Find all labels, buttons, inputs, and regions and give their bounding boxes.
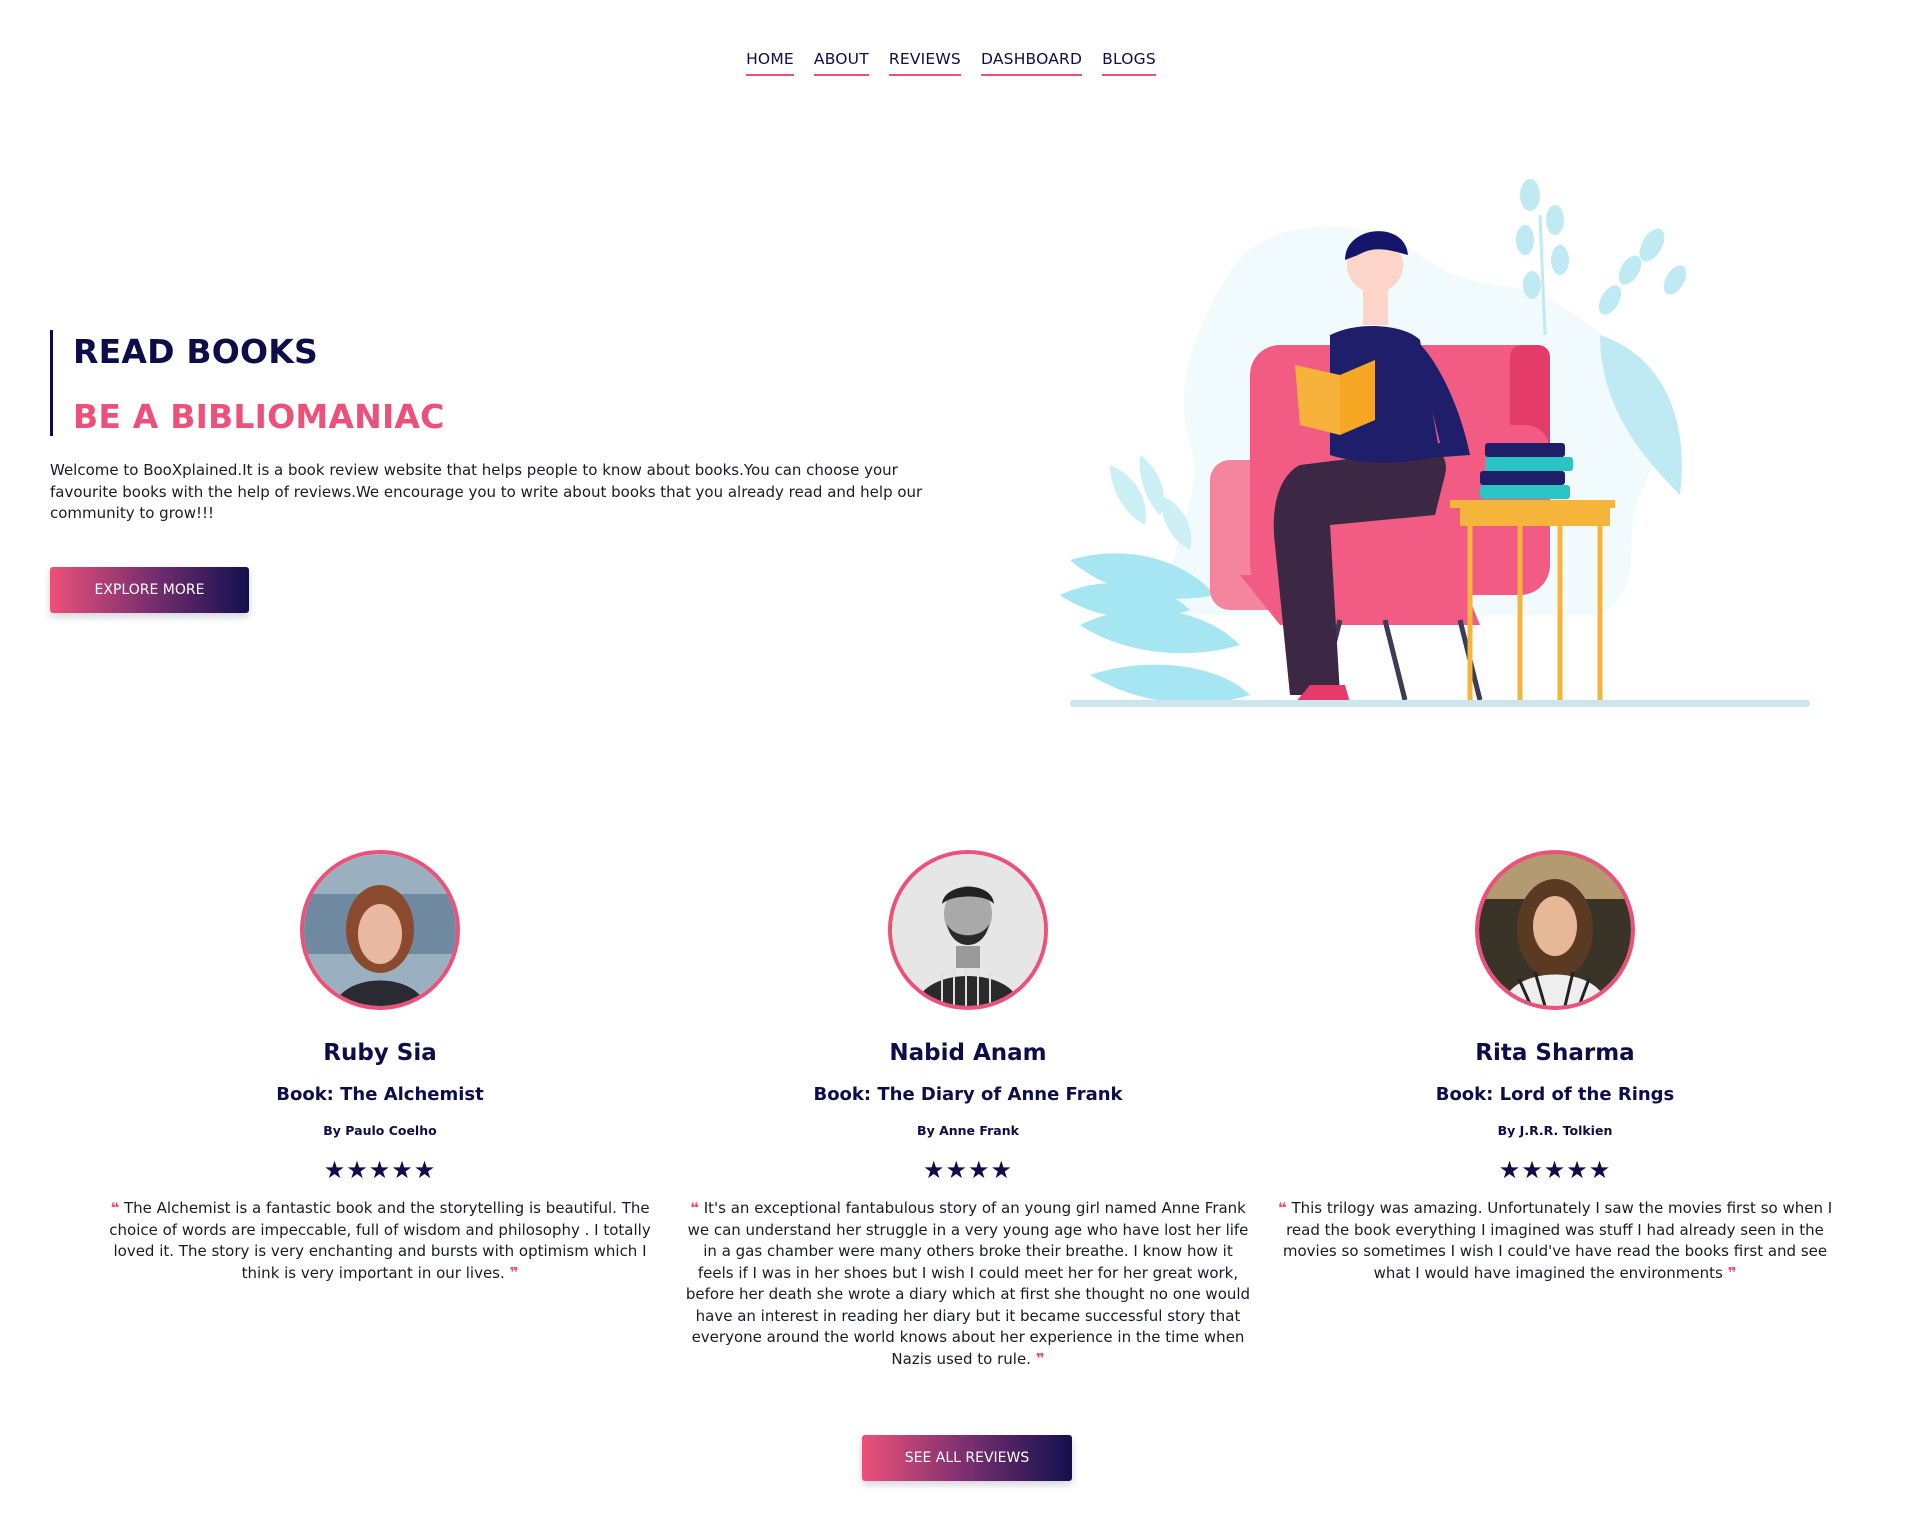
hero-accent-bar — [50, 330, 53, 436]
book-title: Book: Lord of the Rings — [1435, 1084, 1675, 1105]
see-all-reviews-button[interactable]: SEE ALL REVIEWS — [862, 1435, 1072, 1481]
quote-open-icon: ❝ — [1277, 1199, 1287, 1217]
review-text: ❝ It's an exceptional fantabulous story … — [685, 1199, 1251, 1368]
explore-more-button[interactable]: EXPLORE MORE — [50, 567, 249, 613]
quote-close-icon: ❞ — [509, 1263, 519, 1282]
book-author: By Anne Frank — [917, 1123, 1019, 1138]
nav-blogs[interactable]: BLOGS — [1102, 50, 1156, 76]
main-nav: HOME ABOUT REVIEWS DASHBOARD BLOGS — [0, 50, 1920, 76]
reviewer-name: Rita Sharma — [1475, 1040, 1635, 1066]
avatar — [300, 850, 460, 1010]
quote-open-icon: ❝ — [690, 1199, 699, 1217]
book-author: By J.R.R. Tolkien — [1497, 1123, 1613, 1138]
nav-about[interactable]: ABOUT — [813, 50, 869, 76]
book-author: By Paulo Coelho — [323, 1123, 437, 1138]
avatar — [1475, 850, 1635, 1010]
review-card: Nabid Anam Book: The Diary of Anne Frank… — [678, 850, 1258, 1370]
review-card: Ruby Sia Book: The Alchemist By Paulo Co… — [90, 850, 670, 1284]
avatar — [888, 850, 1048, 1010]
nav-reviews[interactable]: REVIEWS — [888, 50, 961, 76]
nav-home[interactable]: HOME — [746, 50, 794, 76]
star-rating: ★★★★★ — [1498, 1156, 1612, 1184]
book-title: Book: The Alchemist — [276, 1084, 484, 1105]
review-text: ❝ This trilogy was amazing. Unfortunatel… — [1277, 1199, 1833, 1282]
nav-links: HOME ABOUT REVIEWS DASHBOARD BLOGS — [746, 50, 1156, 76]
reviewer-name: Ruby Sia — [323, 1040, 437, 1066]
hero-subtitle: BE A BIBLIOMANIAC — [73, 397, 445, 436]
quote-close-icon: ❞ — [1035, 1349, 1045, 1368]
nav-dashboard[interactable]: DASHBOARD — [980, 50, 1083, 76]
hero-title: READ BOOKS — [73, 332, 318, 371]
star-rating: ★★★★★ — [323, 1156, 437, 1184]
book-title: Book: The Diary of Anne Frank — [813, 1084, 1123, 1105]
quote-close-icon: ❞ — [1727, 1263, 1737, 1282]
hero-description: Welcome to BooXplained.It is a book revi… — [50, 461, 923, 522]
star-rating: ★★★★ — [922, 1156, 1014, 1184]
reading-illustration — [1060, 179, 1810, 707]
quote-open-icon: ❝ — [110, 1199, 120, 1217]
reviewer-name: Nabid Anam — [889, 1040, 1047, 1066]
review-text: ❝ The Alchemist is a fantastic book and … — [109, 1199, 651, 1282]
review-card: Rita Sharma Book: Lord of the Rings By J… — [1265, 850, 1845, 1284]
